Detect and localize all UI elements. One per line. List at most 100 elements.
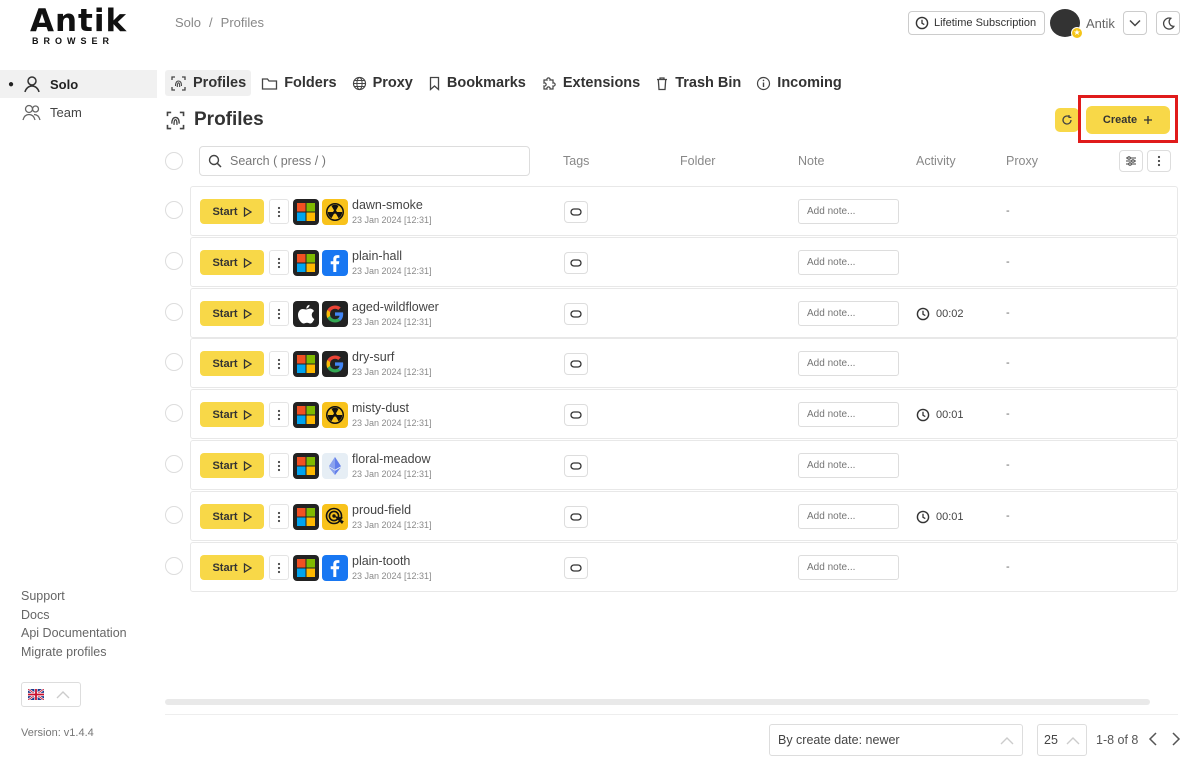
search-input[interactable]	[230, 154, 510, 168]
profile-name[interactable]: floral-meadow	[352, 452, 431, 466]
column-header-folder[interactable]: Folder	[680, 154, 715, 168]
start-profile-button[interactable]: Start	[200, 199, 264, 224]
row-checkbox[interactable]	[165, 455, 183, 473]
column-header-note[interactable]: Note	[798, 154, 824, 168]
table-row[interactable]: Start plain-tooth 23 Jan 2024 [12:31] -	[190, 542, 1178, 592]
add-tag-button[interactable]	[564, 455, 588, 477]
start-profile-button[interactable]: Start	[200, 301, 264, 326]
tab-folders[interactable]: Folders	[256, 70, 341, 96]
add-tag-button[interactable]	[564, 557, 588, 579]
clock-icon	[916, 408, 930, 422]
sidebar-item-solo[interactable]: ● Solo	[0, 70, 157, 98]
add-tag-button[interactable]	[564, 303, 588, 325]
select-all-checkbox[interactable]	[165, 152, 183, 170]
start-profile-button[interactable]: Start	[200, 402, 264, 427]
add-tag-button[interactable]	[564, 506, 588, 528]
profile-name[interactable]: dawn-smoke	[352, 198, 423, 212]
docs-link[interactable]: Docs	[21, 608, 49, 622]
row-menu-button[interactable]	[269, 402, 289, 427]
start-profile-button[interactable]: Start	[200, 453, 264, 478]
add-tag-button[interactable]	[564, 353, 588, 375]
row-menu-button[interactable]	[269, 453, 289, 478]
note-input[interactable]	[798, 301, 899, 326]
row-menu-button[interactable]	[269, 351, 289, 376]
row-checkbox[interactable]	[165, 404, 183, 422]
note-input[interactable]	[798, 453, 899, 478]
add-tag-button[interactable]	[564, 201, 588, 223]
tab-trash-bin[interactable]: Trash Bin	[650, 70, 746, 96]
refresh-button[interactable]	[1055, 108, 1079, 132]
column-settings-button[interactable]	[1119, 150, 1143, 172]
search-box[interactable]	[199, 146, 530, 176]
start-profile-button[interactable]: Start	[200, 351, 264, 376]
table-row[interactable]: Start dawn-smoke 23 Jan 2024 [12:31] -	[190, 186, 1178, 236]
row-checkbox[interactable]	[165, 506, 183, 524]
column-header-proxy[interactable]: Proxy	[1006, 154, 1038, 168]
google-icon	[322, 301, 348, 327]
note-input[interactable]	[798, 555, 899, 580]
row-checkbox[interactable]	[165, 303, 183, 321]
tab-proxy[interactable]: Proxy	[347, 70, 418, 96]
tab-extensions[interactable]: Extensions	[536, 70, 645, 96]
prev-page-button[interactable]	[1145, 731, 1159, 747]
profile-name[interactable]: dry-surf	[352, 350, 394, 364]
user-name[interactable]: Antik	[1086, 16, 1115, 31]
table-row[interactable]: Start aged-wildflower 23 Jan 2024 [12:31] 0…	[190, 288, 1178, 338]
tab-incoming[interactable]: Incoming	[751, 70, 846, 96]
subscription-badge[interactable]: Lifetime Subscription	[908, 11, 1046, 35]
column-header-activity[interactable]: Activity	[916, 154, 956, 168]
row-checkbox[interactable]	[165, 201, 183, 219]
table-row[interactable]: Start proud-field 23 Jan 2024 [12:31] 00:01…	[190, 491, 1178, 541]
profile-name[interactable]: proud-field	[352, 503, 411, 517]
breadcrumb-separator: /	[209, 15, 213, 30]
create-profile-button[interactable]: Create	[1086, 106, 1170, 134]
start-profile-button[interactable]: Start	[200, 555, 264, 580]
avatar[interactable]: ★	[1050, 9, 1083, 39]
more-vertical-icon	[277, 460, 281, 471]
profile-name[interactable]: plain-hall	[352, 249, 402, 263]
add-tag-button[interactable]	[564, 252, 588, 274]
profile-name[interactable]: misty-dust	[352, 401, 409, 415]
row-menu-button[interactable]	[269, 199, 289, 224]
row-checkbox[interactable]	[165, 252, 183, 270]
user-menu-button[interactable]	[1123, 11, 1147, 35]
start-profile-button[interactable]: Start	[200, 250, 264, 275]
row-menu-button[interactable]	[269, 555, 289, 580]
profile-name[interactable]: aged-wildflower	[352, 300, 439, 314]
note-input[interactable]	[798, 504, 899, 529]
sidebar-item-team[interactable]: Team	[0, 98, 157, 126]
add-tag-button[interactable]	[564, 404, 588, 426]
next-page-button[interactable]	[1169, 731, 1183, 747]
row-menu-button[interactable]	[269, 504, 289, 529]
breadcrumb-root[interactable]: Solo	[175, 15, 201, 30]
row-menu-button[interactable]	[269, 301, 289, 326]
table-row[interactable]: Start misty-dust 23 Jan 2024 [12:31] 00:01 -	[190, 389, 1178, 439]
row-checkbox[interactable]	[165, 353, 183, 371]
profile-date: 23 Jan 2024 [12:31]	[352, 469, 432, 479]
per-page-select[interactable]: 25	[1037, 724, 1087, 756]
api-documentation-link[interactable]: Api Documentation	[21, 626, 127, 640]
horizontal-scrollbar[interactable]	[165, 699, 1150, 705]
row-menu-button[interactable]	[269, 250, 289, 275]
note-input[interactable]	[798, 351, 899, 376]
column-header-tags[interactable]: Tags	[563, 154, 589, 168]
table-row[interactable]: Start dry-surf 23 Jan 2024 [12:31] -	[190, 338, 1178, 388]
table-more-button[interactable]	[1147, 150, 1171, 172]
note-input[interactable]	[798, 250, 899, 275]
row-checkbox[interactable]	[165, 557, 183, 575]
app-logo[interactable]: Antik BROWSER	[30, 6, 126, 47]
profile-name[interactable]: plain-tooth	[352, 554, 410, 568]
start-profile-button[interactable]: Start	[200, 504, 264, 529]
proxy-value: -	[1006, 561, 1010, 573]
table-row[interactable]: Start floral-meadow 23 Jan 2024 [12:31] -	[190, 440, 1178, 490]
theme-toggle-button[interactable]	[1156, 11, 1180, 35]
support-link[interactable]: Support	[21, 589, 65, 603]
sort-select[interactable]: By create date: newer	[769, 724, 1023, 756]
migrate-profiles-link[interactable]: Migrate profiles	[21, 645, 106, 659]
note-input[interactable]	[798, 402, 899, 427]
tab-profiles[interactable]: Profiles	[165, 70, 252, 96]
language-select[interactable]	[21, 682, 81, 707]
table-row[interactable]: Start plain-hall 23 Jan 2024 [12:31] -	[190, 237, 1178, 287]
note-input[interactable]	[798, 199, 899, 224]
tab-bookmarks[interactable]: Bookmarks	[423, 70, 531, 96]
